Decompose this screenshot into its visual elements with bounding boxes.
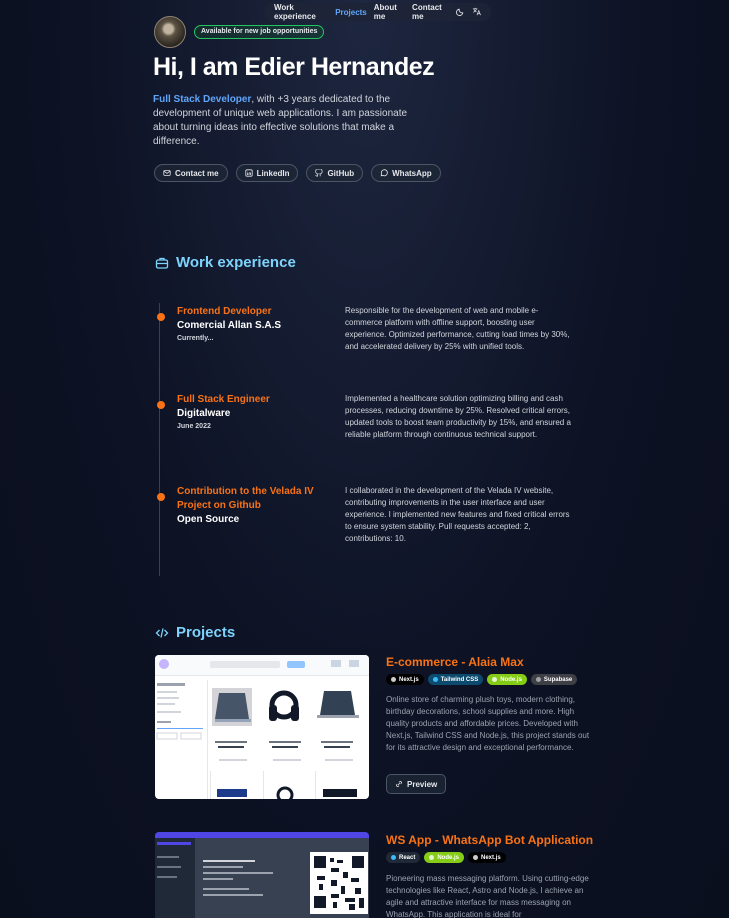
experience-company: Open Source (177, 514, 240, 525)
moon-icon[interactable] (456, 7, 465, 18)
timeline-dot (157, 401, 165, 409)
project-title[interactable]: WS App - WhatsApp Bot Application (386, 833, 593, 847)
top-nav: Work experience Projects About me Contac… (264, 3, 491, 21)
tag-label: React (399, 854, 416, 861)
timeline-dot (157, 493, 165, 501)
project-description: Pioneering mass messaging platform. Usin… (386, 874, 589, 918)
experience-description: I collaborated in the development of the… (345, 486, 570, 543)
github-icon (315, 169, 324, 177)
contact-button[interactable]: Contact me (154, 164, 228, 182)
experience-date: Currently... (177, 335, 214, 342)
tag-label: Supabase (543, 676, 573, 683)
tag-nodejs: Node.js (424, 852, 465, 863)
experience-role: Contribution to the Velada IV Project on… (177, 486, 314, 511)
translate-icon[interactable] (472, 7, 481, 18)
experience-description: Implemented a healthcare solution optimi… (345, 394, 571, 439)
experience-role: Frontend Developer (177, 306, 272, 317)
whatsapp-button-label: WhatsApp (392, 168, 432, 178)
nav-work-experience[interactable]: Work experience (274, 3, 328, 21)
preview-button-label: Preview (407, 779, 438, 789)
projects-title: Projects (176, 624, 236, 641)
experience-role: Full Stack Engineer (177, 394, 270, 405)
tag-label: Tailwind CSS (440, 676, 479, 683)
hero-description: Full Stack Developer, with +3 years dedi… (153, 93, 423, 149)
experience-description: Responsible for the development of web a… (345, 306, 570, 351)
code-icon (155, 627, 169, 638)
experience-date: June 2022 (177, 423, 211, 430)
timeline-dot (157, 313, 165, 321)
projects-heading: Projects (155, 624, 235, 641)
role-highlight: Full Stack Developer (153, 94, 252, 105)
project-tags: Next.js Tailwind CSS Node.js Supabase (386, 674, 578, 685)
linkedin-button-label: LinkedIn (256, 168, 290, 178)
nav-contact-me[interactable]: Contact me (412, 3, 449, 21)
contact-button-label: Contact me (175, 168, 219, 178)
availability-badge: Available for new job opportunities (194, 25, 325, 39)
tag-nodejs: Node.js (487, 674, 527, 685)
tag-react: React (386, 852, 421, 863)
project-screenshot-alaia-max[interactable] (155, 655, 369, 799)
tag-supabase: Supabase (530, 674, 578, 685)
github-button[interactable]: GitHub (306, 164, 364, 182)
experience-company: Comercial Allan S.A.S (177, 320, 282, 331)
mail-icon (163, 170, 171, 176)
project-title[interactable]: E-commerce - Alaia Max (386, 655, 524, 669)
nav-projects[interactable]: Projects (335, 8, 367, 17)
tag-tailwind: Tailwind CSS (427, 674, 484, 685)
whatsapp-button[interactable]: WhatsApp (371, 164, 441, 182)
tag-label: Next.js (481, 854, 501, 861)
tag-label: Next.js (399, 676, 419, 683)
nav-about-me[interactable]: About me (374, 3, 405, 21)
tag-label: Node.js (500, 676, 522, 683)
briefcase-icon (155, 257, 169, 269)
preview-button[interactable]: Preview (386, 774, 447, 794)
tag-nextjs: Next.js (468, 852, 506, 863)
experience-company: Digitalware (177, 408, 231, 419)
link-icon (396, 781, 402, 787)
avatar (154, 16, 186, 48)
social-buttons: Contact me LinkedIn GitHub WhatsApp (154, 164, 441, 182)
work-experience-heading: Work experience (155, 254, 296, 271)
tag-label: Node.js (437, 854, 460, 861)
page-title: Hi, I am Edier Hernandez (153, 53, 435, 81)
github-button-label: GitHub (327, 168, 355, 178)
project-description: Online store of charming plush toys, mod… (386, 695, 590, 752)
project-tags: React Node.js Next.js (386, 852, 506, 863)
project-screenshot-ws-app[interactable] (155, 832, 369, 918)
linkedin-button[interactable]: LinkedIn (235, 164, 299, 182)
whatsapp-icon (380, 169, 388, 177)
timeline-line (159, 303, 160, 576)
work-experience-title: Work experience (176, 254, 296, 271)
linkedin-icon (244, 169, 253, 177)
tag-nextjs: Next.js (386, 674, 424, 685)
